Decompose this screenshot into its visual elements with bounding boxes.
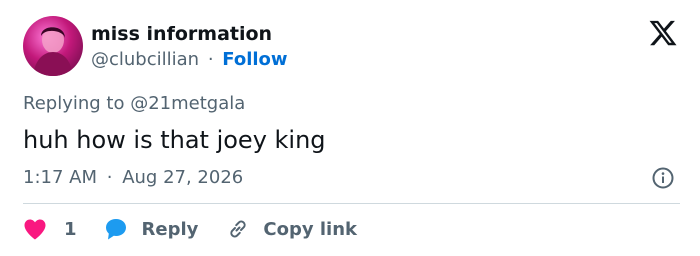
replying-to: Replying to @21metgala [23, 92, 245, 116]
like-button[interactable]: 1 [23, 218, 77, 240]
replying-prefix: Replying to [23, 93, 125, 114]
avatar[interactable] [23, 16, 83, 76]
link-icon [226, 217, 250, 241]
info-icon[interactable] [652, 167, 674, 189]
tweet-timestamp[interactable]: 1:17 AM · Aug 27, 2026 [23, 166, 243, 190]
reply-label: Reply [141, 218, 199, 240]
timestamp-separator: · [106, 167, 113, 188]
tweet-time[interactable]: 1:17 AM [23, 167, 97, 188]
author-meta: @clubcillian · Follow [91, 48, 288, 72]
divider [23, 203, 680, 204]
like-count: 1 [64, 218, 77, 240]
speech-bubble-icon [103, 217, 129, 241]
x-logo-icon[interactable] [648, 18, 678, 48]
copy-link-button[interactable]: Copy link [226, 217, 357, 241]
action-bar: 1 Reply Copy link [23, 214, 357, 244]
reply-mention-link[interactable]: @21metgala [130, 93, 245, 114]
handle[interactable]: @clubcillian [91, 49, 199, 70]
follow-button[interactable]: Follow [222, 49, 287, 70]
tweet-date[interactable]: Aug 27, 2026 [122, 167, 243, 188]
handle-separator: · [207, 49, 214, 70]
display-name[interactable]: miss information [91, 22, 272, 46]
copy-link-label: Copy link [263, 218, 357, 240]
tweet-text: huh how is that joey king [23, 126, 326, 154]
heart-icon [23, 218, 47, 240]
reply-button[interactable]: Reply [103, 217, 199, 241]
